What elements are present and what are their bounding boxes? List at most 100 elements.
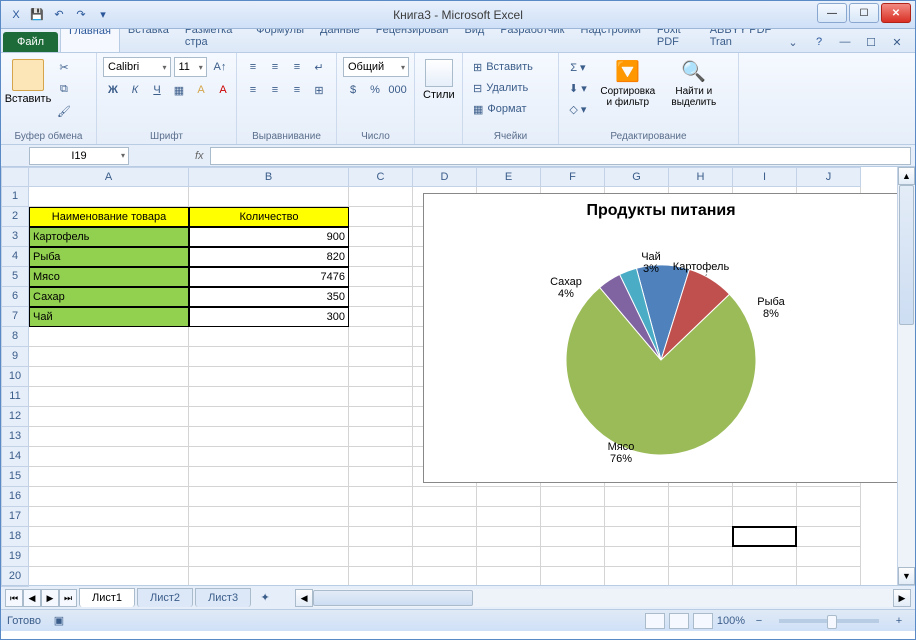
border-icon[interactable]: ▦ (169, 80, 189, 100)
sheet-tab-1[interactable]: Лист2 (137, 588, 193, 607)
cell-A2[interactable]: Наименование товара (29, 207, 189, 227)
sheet-nav-prev-icon[interactable]: ◀ (23, 589, 41, 607)
cell-B20[interactable] (189, 567, 349, 585)
cell-B4[interactable]: 820 (189, 247, 349, 267)
cell-B18[interactable] (189, 527, 349, 547)
clear-icon[interactable]: ◇ ▾ (565, 99, 591, 119)
col-header-J[interactable]: J (797, 167, 861, 187)
cell-C7[interactable] (349, 307, 413, 327)
cell-C17[interactable] (349, 507, 413, 527)
cell-D16[interactable] (413, 487, 477, 507)
cell-D19[interactable] (413, 547, 477, 567)
cell-B10[interactable] (189, 367, 349, 387)
cell-I19[interactable] (733, 547, 797, 567)
col-header-F[interactable]: F (541, 167, 605, 187)
align-bot-icon[interactable]: ≡ (287, 57, 307, 77)
cell-B15[interactable] (189, 467, 349, 487)
cell-B14[interactable] (189, 447, 349, 467)
zoom-out-icon[interactable]: − (749, 611, 769, 631)
format-cells-button[interactable]: ▦ Формат (469, 99, 555, 119)
mdi-close-icon[interactable]: ✕ (887, 32, 907, 52)
cell-G17[interactable] (605, 507, 669, 527)
cell-A8[interactable] (29, 327, 189, 347)
horizontal-scrollbar[interactable]: ◀ ▶ (295, 589, 911, 607)
sheet-tab-2[interactable]: Лист3 (195, 588, 251, 607)
cell-A12[interactable] (29, 407, 189, 427)
align-center-icon[interactable]: ≡ (265, 80, 285, 100)
cell-G18[interactable] (605, 527, 669, 547)
cell-C1[interactable] (349, 187, 413, 207)
cell-B2[interactable]: Количество (189, 207, 349, 227)
percent-icon[interactable]: % (365, 80, 385, 100)
find-select-button[interactable]: 🔍 Найти и выделить (665, 57, 723, 130)
copy-icon[interactable]: ⧉ (53, 79, 75, 99)
maximize-button[interactable]: ☐ (849, 3, 879, 23)
cell-C10[interactable] (349, 367, 413, 387)
cell-I16[interactable] (733, 487, 797, 507)
insert-cells-button[interactable]: ⊞ Вставить (469, 57, 555, 77)
scroll-thumb[interactable] (899, 185, 914, 325)
cell-H18[interactable] (669, 527, 733, 547)
save-icon[interactable]: 💾 (27, 6, 47, 24)
cell-C13[interactable] (349, 427, 413, 447)
scroll-right-icon[interactable]: ▶ (893, 589, 911, 607)
cell-F18[interactable] (541, 527, 605, 547)
wrap-text-icon[interactable]: ↵ (309, 57, 329, 77)
cell-F16[interactable] (541, 487, 605, 507)
cell-A5[interactable]: Мясо (29, 267, 189, 287)
cell-E17[interactable] (477, 507, 541, 527)
row-header-14[interactable]: 14 (1, 447, 29, 467)
cell-H20[interactable] (669, 567, 733, 585)
delete-cells-button[interactable]: ⊟ Удалить (469, 78, 555, 98)
cell-E16[interactable] (477, 487, 541, 507)
cell-B17[interactable] (189, 507, 349, 527)
select-all-corner[interactable] (1, 167, 29, 187)
cell-J19[interactable] (797, 547, 861, 567)
sheet-nav-first-icon[interactable]: ⏮ (5, 589, 23, 607)
cell-A4[interactable]: Рыба (29, 247, 189, 267)
cell-B9[interactable] (189, 347, 349, 367)
format-painter-icon[interactable]: 🖌 (53, 101, 75, 121)
cell-B5[interactable]: 7476 (189, 267, 349, 287)
row-header-19[interactable]: 19 (1, 547, 29, 567)
cell-A3[interactable]: Картофель (29, 227, 189, 247)
mdi-restore-icon[interactable]: ☐ (861, 32, 881, 52)
cell-I18[interactable] (733, 527, 797, 547)
minimize-ribbon-icon[interactable]: ⌄ (783, 32, 803, 52)
row-header-15[interactable]: 15 (1, 467, 29, 487)
macro-record-icon[interactable]: ▣ (49, 611, 69, 631)
paste-button[interactable]: Вставить (7, 57, 49, 130)
cell-A16[interactable] (29, 487, 189, 507)
cell-A7[interactable]: Чай (29, 307, 189, 327)
row-header-13[interactable]: 13 (1, 427, 29, 447)
italic-button[interactable]: К (125, 80, 145, 100)
cell-C3[interactable] (349, 227, 413, 247)
col-header-I[interactable]: I (733, 167, 797, 187)
redo-icon[interactable]: ↷ (71, 6, 91, 24)
row-header-5[interactable]: 5 (1, 267, 29, 287)
cell-A20[interactable] (29, 567, 189, 585)
grow-font-icon[interactable]: A↑ (210, 57, 230, 77)
zoom-in-icon[interactable]: + (889, 611, 909, 631)
number-format-combo[interactable]: Общий (343, 57, 409, 77)
row-header-7[interactable]: 7 (1, 307, 29, 327)
row-header-20[interactable]: 20 (1, 567, 29, 587)
comma-icon[interactable]: 000 (387, 80, 408, 100)
cell-C20[interactable] (349, 567, 413, 585)
cell-J17[interactable] (797, 507, 861, 527)
cell-C12[interactable] (349, 407, 413, 427)
cell-F17[interactable] (541, 507, 605, 527)
col-header-D[interactable]: D (413, 167, 477, 187)
cell-A14[interactable] (29, 447, 189, 467)
cell-A17[interactable] (29, 507, 189, 527)
zoom-level[interactable]: 100% (717, 615, 745, 627)
cell-A13[interactable] (29, 427, 189, 447)
cell-A10[interactable] (29, 367, 189, 387)
cell-B1[interactable] (189, 187, 349, 207)
close-button[interactable]: ✕ (881, 3, 911, 23)
cell-I17[interactable] (733, 507, 797, 527)
scroll-down-icon[interactable]: ▼ (898, 567, 915, 585)
cell-B3[interactable]: 900 (189, 227, 349, 247)
zoom-slider[interactable] (779, 619, 879, 623)
cell-G16[interactable] (605, 487, 669, 507)
